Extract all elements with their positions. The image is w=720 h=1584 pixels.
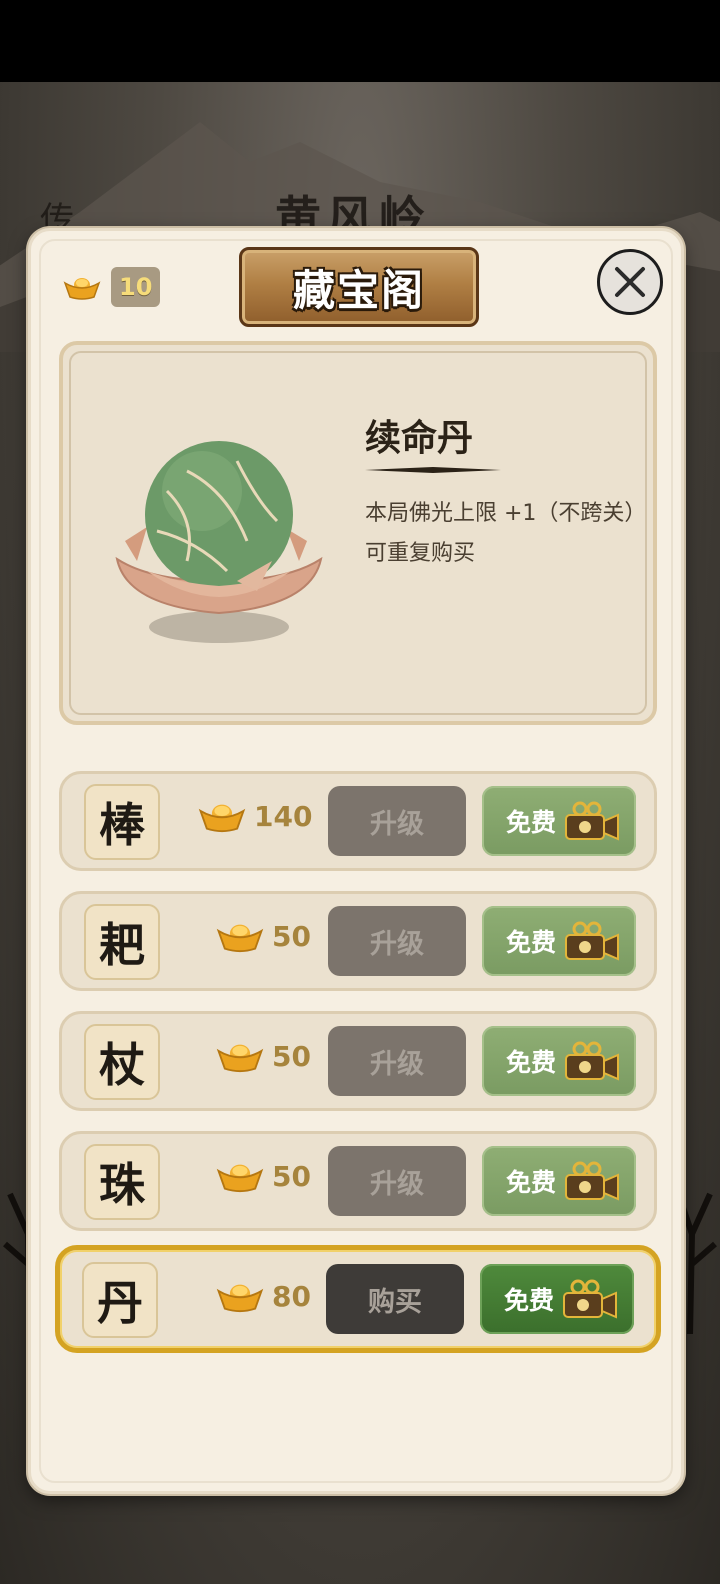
item-price-value: 50 [272,919,311,953]
title-plate: 藏宝阁 [239,247,479,327]
item-price-value: 50 [272,1159,311,1193]
free-video-button[interactable]: 免费 [482,906,636,976]
free-label: 免费 [504,1286,555,1315]
shop-item-row-bead[interactable]: 珠 50 升级 免费 [59,1131,657,1231]
item-glyph-tile: 丹 [82,1262,158,1338]
item-price-value: 140 [254,799,313,833]
free-video-button[interactable]: 免费 [482,1146,636,1216]
shop-item-row-cane[interactable]: 杖 50 升级 免费 [59,1011,657,1111]
free-label: 免费 [506,808,557,837]
item-price: 50 [216,1038,311,1074]
item-glyph-tile: 耙 [84,904,160,980]
free-label: 免费 [506,1048,557,1077]
free-video-button[interactable]: 免费 [480,1264,634,1334]
item-price: 50 [216,1158,311,1194]
item-glyph-tile: 杖 [84,1024,160,1100]
item-price-value: 80 [272,1279,311,1313]
free-label: 免费 [506,1168,557,1197]
video-camera-icon [565,801,620,841]
shop-item-row-staff[interactable]: 棒 140 升级 免费 [59,771,657,871]
free-video-button[interactable]: 免费 [482,786,636,856]
upgrade-button[interactable]: 升级 [328,786,466,856]
dialog-title: 藏宝阁 [292,265,425,315]
upgrade-button[interactable]: 升级 [328,906,466,976]
shop-item-row-pill[interactable]: 丹 80 购买 免费 [55,1245,661,1353]
currency-display: 10 [63,267,161,307]
upgrade-button[interactable]: 升级 [328,1026,466,1096]
free-video-button[interactable]: 免费 [482,1026,636,1096]
video-camera-icon [565,1041,620,1081]
video-camera-icon [565,1161,620,1201]
video-camera-icon [563,1279,618,1319]
featured-item-description: 本局佛光上限 +1（不跨关） [365,501,647,526]
gold-ingot-icon [216,924,264,953]
item-glyph-tile: 珠 [84,1144,160,1220]
item-price: 140 [198,798,312,834]
gold-ingot-icon [63,278,101,300]
gold-ingot-icon [216,1284,264,1313]
shop-item-row-rake[interactable]: 耙 50 升级 免费 [59,891,657,991]
name-divider [365,467,501,473]
gold-ingot-icon [216,1044,264,1073]
close-icon [615,267,645,297]
item-glyph-tile: 棒 [84,784,160,860]
featured-item-note: 可重复购买 [365,541,476,566]
video-camera-icon [565,921,620,961]
item-price: 80 [216,1278,311,1314]
close-button[interactable] [597,249,663,315]
item-price: 50 [216,918,311,954]
buy-button[interactable]: 购买 [326,1264,464,1334]
currency-count: 10 [111,267,161,307]
longevity-pill-image [115,441,323,643]
gold-ingot-icon [198,804,246,833]
treasure-shop-dialog: 10 藏宝阁 续命丹 本局佛光上限 +1（不跨关） 可重复购买 棒 140 升级… [28,228,684,1494]
gold-ingot-icon [216,1164,264,1193]
free-label: 免费 [506,928,557,957]
featured-item-panel: 续命丹 本局佛光上限 +1（不跨关） 可重复购买 [59,341,657,725]
featured-item-name: 续命丹 [365,418,474,459]
item-price-value: 50 [272,1039,311,1073]
upgrade-button[interactable]: 升级 [328,1146,466,1216]
